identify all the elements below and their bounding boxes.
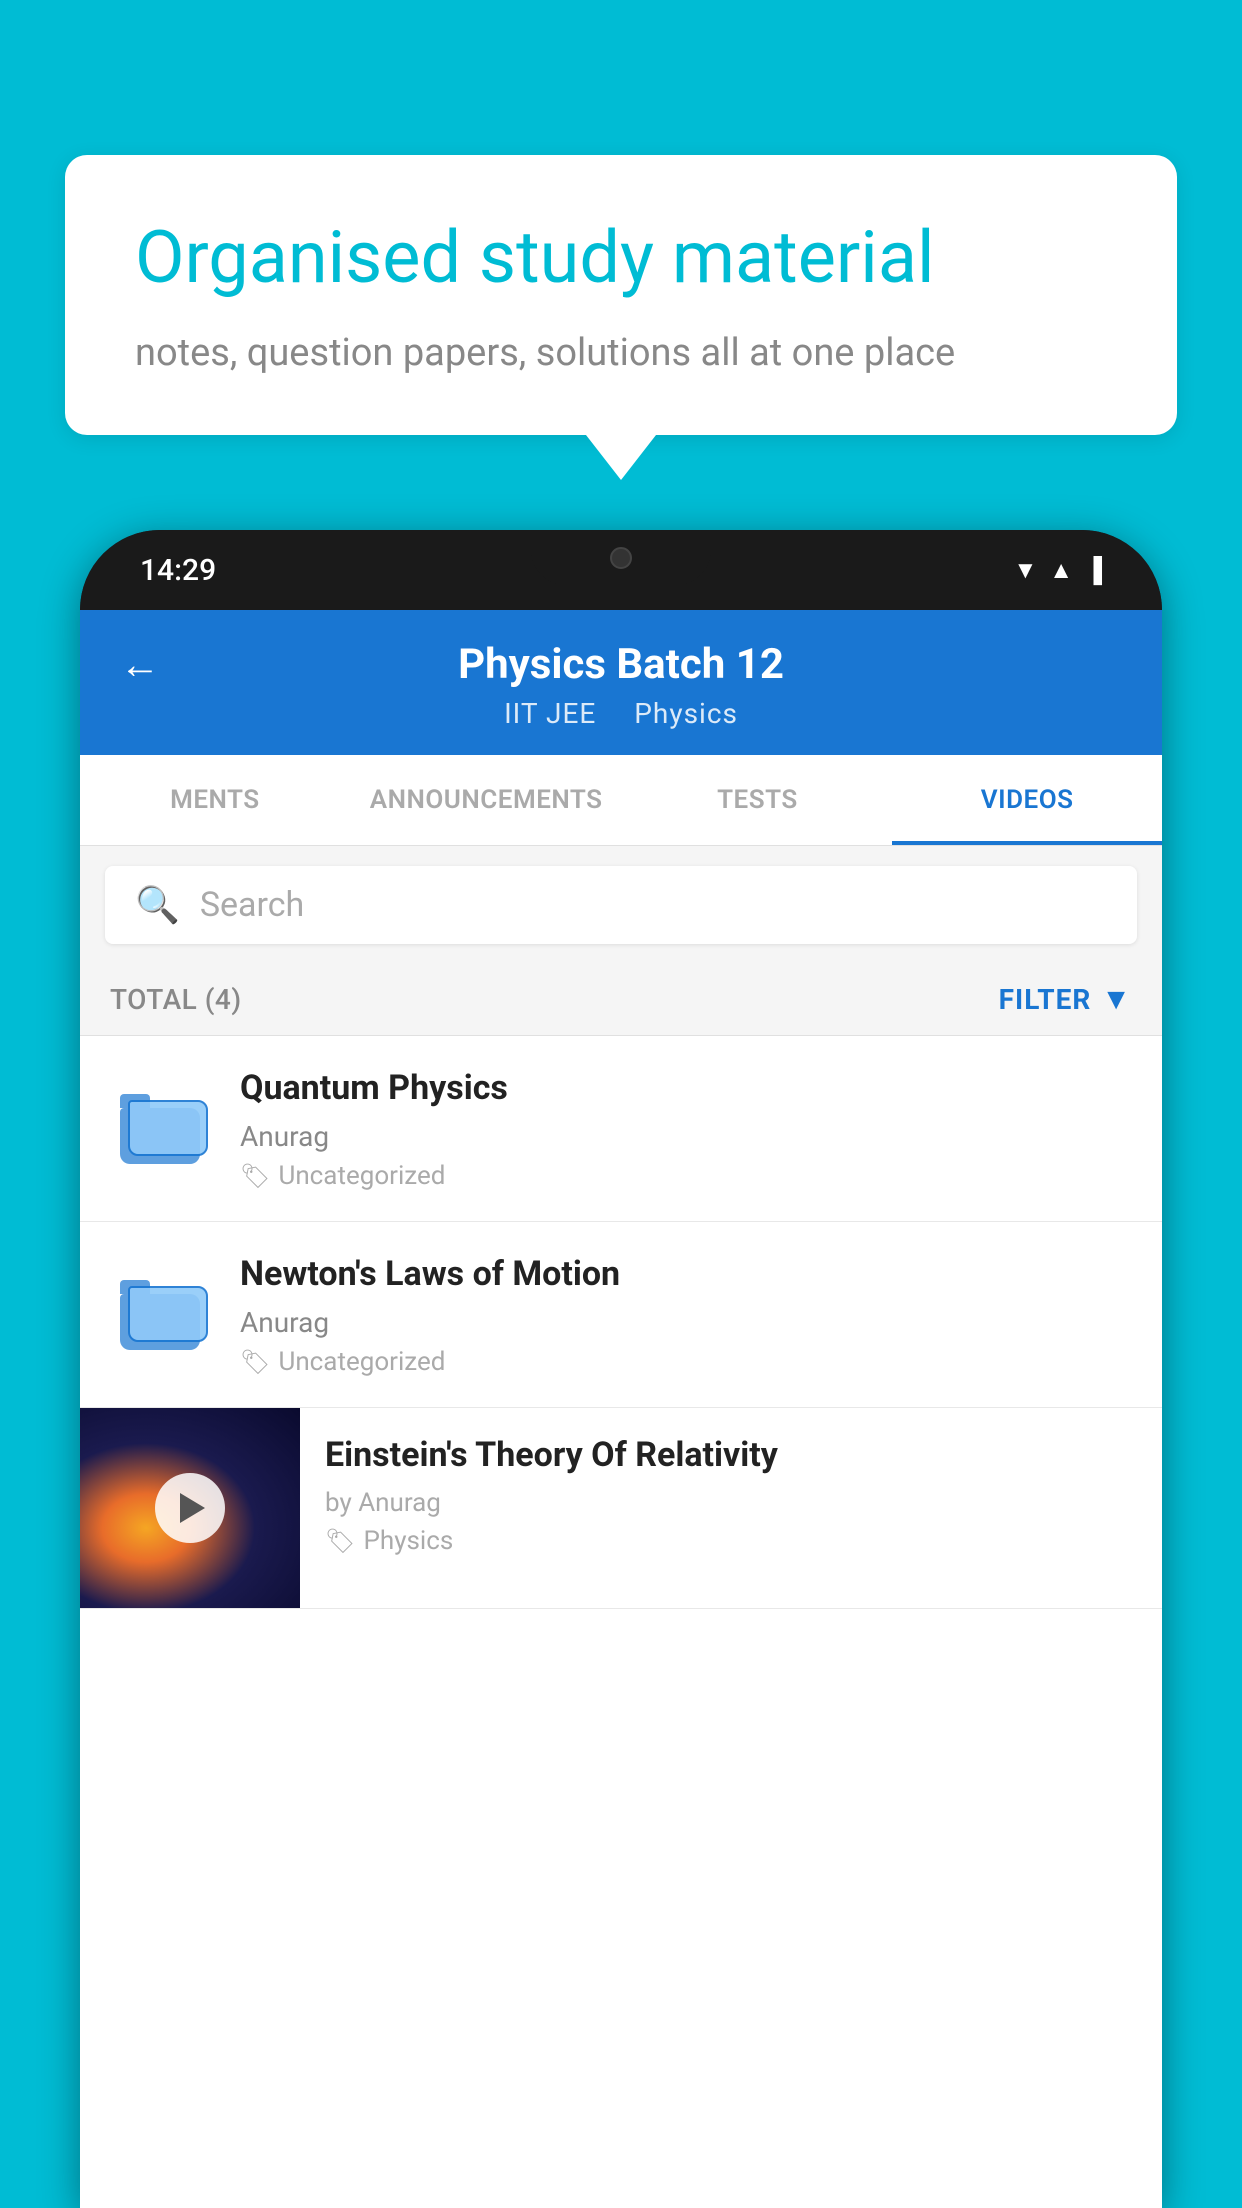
video-item-2[interactable]: Newton's Laws of Motion Anurag 🏷 Uncateg… [80,1222,1162,1408]
tab-announcements[interactable]: ANNOUNCEMENTS [350,755,623,845]
tag-label-3: Physics [363,1526,453,1556]
tab-ments[interactable]: MENTS [80,755,350,845]
video-tag-row-3: 🏷 Physics [325,1526,1137,1556]
video-title-1: Quantum Physics [240,1066,1132,1110]
video-info-1: Quantum Physics Anurag 🏷 Uncategorized [240,1066,1132,1191]
breadcrumb-part1: IIT JEE [504,697,596,730]
header-breadcrumb: IIT JEE Physics [120,697,1122,730]
battery-icon: ▐ [1085,556,1102,585]
video-tag-row-2: 🏷 Uncategorized [240,1347,1132,1377]
tag-icon-1: 🏷 [240,1162,270,1190]
video-title-3: Einstein's Theory Of Relativity [325,1433,1137,1477]
tag-label-1: Uncategorized [278,1161,445,1191]
video-author-3: by Anurag [325,1488,1137,1518]
search-placeholder: Search [200,885,304,925]
tab-tests[interactable]: TESTS [623,755,893,845]
header-row: ← Physics Batch 12 [120,640,1122,689]
folder-icon-1 [120,1094,200,1164]
bubble-subtitle: notes, question papers, solutions all at… [135,331,1107,375]
speech-bubble-wrapper: Organised study material notes, question… [65,155,1177,480]
folder-front-2 [128,1286,208,1342]
back-button[interactable]: ← [120,641,160,688]
app-header: ← Physics Batch 12 IIT JEE Physics [80,610,1162,755]
play-button-3[interactable] [155,1473,225,1543]
tag-label-2: Uncategorized [278,1347,445,1377]
signal-icon: ▲ [1049,556,1073,585]
video-info-2: Newton's Laws of Motion Anurag 🏷 Uncateg… [240,1252,1132,1377]
tag-icon-2: 🏷 [240,1348,270,1376]
video-list: Quantum Physics Anurag 🏷 Uncategorized [80,1036,1162,1609]
tabs-bar: MENTS ANNOUNCEMENTS TESTS VIDEOS [80,755,1162,846]
phone-status-icons: ▼ ▲ ▐ [1013,556,1102,585]
header-title: Physics Batch 12 [180,640,1062,689]
video-info-3: Einstein's Theory Of Relativity by Anura… [300,1408,1162,1580]
phone-frame: 14:29 ▼ ▲ ▐ ← Physics Batch 12 IIT JEE P… [80,530,1162,2208]
video-tag-row-1: 🏷 Uncategorized [240,1161,1132,1191]
video-thumbnail-3 [80,1408,300,1608]
phone-camera [610,547,632,569]
search-bar-wrapper: 🔍 Search [80,846,1162,964]
folder-icon-2 [120,1280,200,1350]
video-item-1[interactable]: Quantum Physics Anurag 🏷 Uncategorized [80,1036,1162,1222]
filter-label: FILTER [999,983,1092,1016]
video-author-2: Anurag [240,1306,1132,1339]
speech-bubble: Organised study material notes, question… [65,155,1177,435]
filter-button[interactable]: FILTER ▼ [999,982,1132,1017]
app-screen: ← Physics Batch 12 IIT JEE Physics MENTS… [80,610,1162,2208]
search-bar[interactable]: 🔍 Search [105,866,1137,944]
tab-videos[interactable]: VIDEOS [892,755,1162,845]
search-icon: 🔍 [135,884,180,926]
video-item-3[interactable]: Einstein's Theory Of Relativity by Anura… [80,1408,1162,1609]
folder-front-1 [128,1100,208,1156]
tag-icon-3: 🏷 [325,1527,355,1555]
play-triangle-icon [180,1493,205,1523]
filter-funnel-icon: ▼ [1101,982,1132,1017]
video-icon-area-1 [110,1094,210,1164]
phone-top-bar: 14:29 ▼ ▲ ▐ [80,530,1162,610]
filter-bar: TOTAL (4) FILTER ▼ [80,964,1162,1036]
total-count-label: TOTAL (4) [110,983,242,1016]
phone-time: 14:29 [140,553,216,588]
video-author-1: Anurag [240,1120,1132,1153]
speech-bubble-arrow [586,435,656,480]
video-title-2: Newton's Laws of Motion [240,1252,1132,1296]
bubble-title: Organised study material [135,215,1107,301]
phone-notch [531,530,711,585]
breadcrumb-part2: Physics [634,697,738,730]
wifi-icon: ▼ [1013,556,1037,585]
video-icon-area-2 [110,1280,210,1350]
